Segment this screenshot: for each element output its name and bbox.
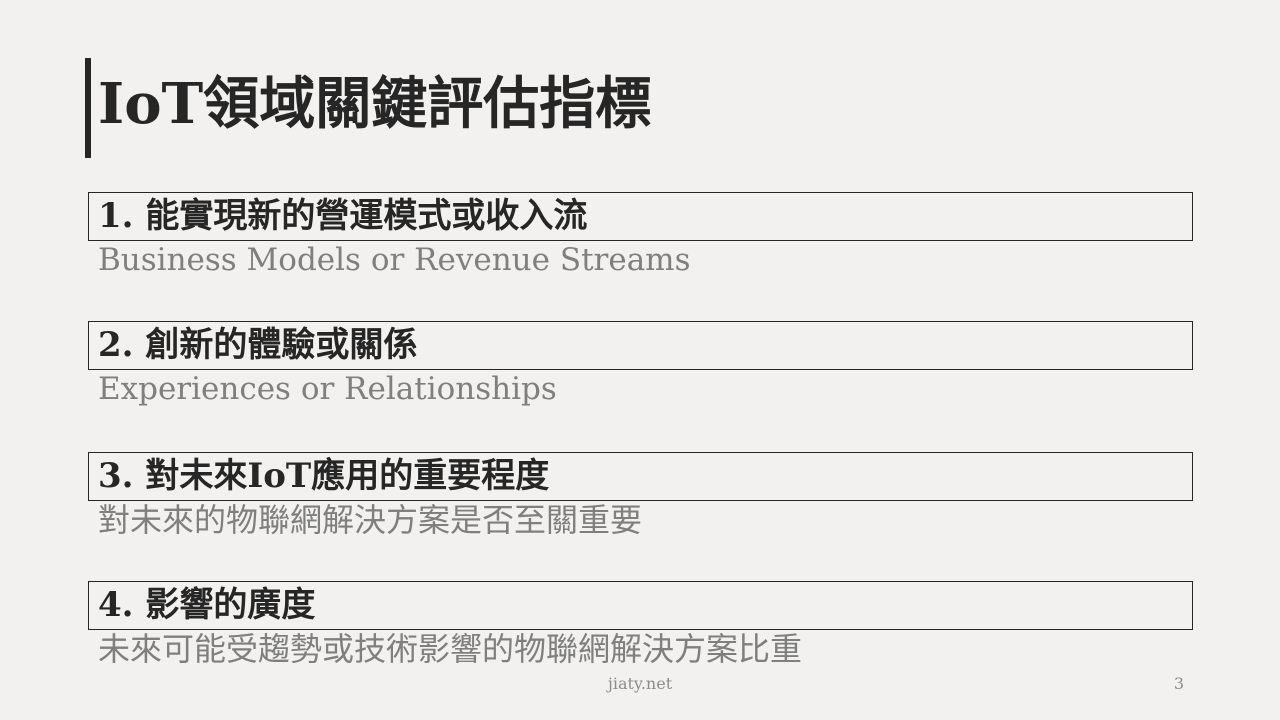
metric-heading: 4. 影響的廣度 xyxy=(98,585,316,625)
footer-site: jiaty.net xyxy=(607,674,673,693)
metric-heading-box: 4. 影響的廣度 xyxy=(88,581,1193,630)
metric-item-1: 1. 能實現新的營運模式或收入流 Business Models or Reve… xyxy=(88,192,1193,279)
page-number: 3 xyxy=(1173,674,1185,693)
metric-subtitle: 未來可能受趨勢或技術影響的物聯網解決方案比重 xyxy=(98,630,803,668)
metric-item-2: 2. 創新的體驗或關係 Experiences or Relationships xyxy=(88,321,1193,408)
metric-heading-box: 3. 對未來IoT應用的重要程度 xyxy=(88,452,1193,501)
metric-heading: 1. 能實現新的營運模式或收入流 xyxy=(98,196,588,236)
metric-heading: 2. 創新的體驗或關係 xyxy=(98,325,418,365)
metric-heading-box: 1. 能實現新的營運模式或收入流 xyxy=(88,192,1193,241)
metric-item-4: 4. 影響的廣度 未來可能受趨勢或技術影響的物聯網解決方案比重 xyxy=(88,581,1193,668)
metric-heading-box: 2. 創新的體驗或關係 xyxy=(88,321,1193,370)
metric-subtitle: 對未來的物聯網解決方案是否至關重要 xyxy=(98,501,643,539)
slide: IoT領域關鍵評估指標 1. 能實現新的營運模式或收入流 Business Mo… xyxy=(0,0,1280,720)
title-accent-bar xyxy=(85,58,91,158)
metric-item-3: 3. 對未來IoT應用的重要程度 對未來的物聯網解決方案是否至關重要 xyxy=(88,452,1193,539)
slide-title: IoT領域關鍵評估指標 xyxy=(98,71,652,137)
metric-subtitle: Experiences or Relationships xyxy=(98,371,557,407)
metric-subtitle: Business Models or Revenue Streams xyxy=(98,242,691,278)
metric-heading: 3. 對未來IoT應用的重要程度 xyxy=(98,456,550,496)
